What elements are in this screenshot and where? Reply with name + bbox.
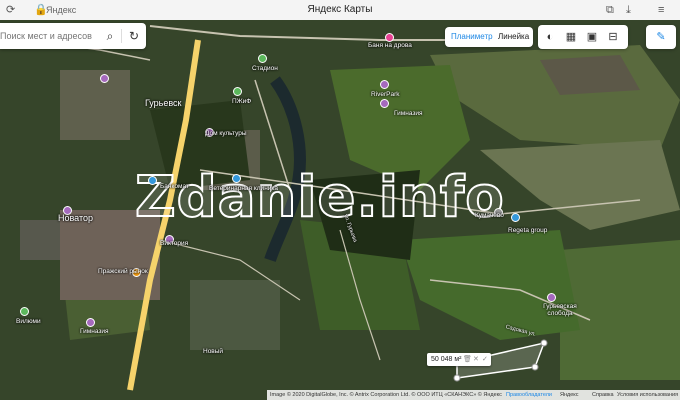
close-icon[interactable]: ✕	[473, 355, 479, 364]
label-bankomat: Банкомат	[160, 183, 189, 190]
gimnaziya-poi[interactable]	[380, 99, 389, 108]
label-gimnaziya: Гимназия	[394, 110, 423, 117]
area-value: 50 048 м²	[431, 356, 462, 363]
measure-tools: Планиметр Линейка	[445, 27, 533, 47]
area-popup: 50 048 м² 🗑 ✕ ✓	[427, 353, 491, 366]
vet-poi[interactable]	[232, 174, 241, 183]
help-link[interactable]: Справка	[592, 390, 614, 400]
regeta-poi[interactable]	[511, 213, 520, 222]
download-icon[interactable]: ⤓	[626, 4, 631, 16]
route-icon[interactable]: ↻	[126, 28, 142, 44]
pzhif-poi[interactable]	[233, 87, 242, 96]
label-riverpark: RiverPark	[371, 91, 400, 98]
rights-link[interactable]: Правообладатели	[506, 390, 552, 400]
banya-poi[interactable]	[385, 33, 394, 42]
label-novy: Новый	[203, 348, 224, 355]
layer-controls: ◐ ▦ ▣ ⊟	[538, 25, 628, 49]
search-box: ⌕ ↻	[0, 23, 146, 49]
terms-link[interactable]: Условия использования	[617, 390, 678, 400]
bank-poi[interactable]	[148, 176, 157, 185]
label-banya: Баня на дрова	[368, 42, 412, 49]
label-market: Пражский рынок	[98, 268, 148, 275]
traffic-icon[interactable]: ▣	[585, 30, 599, 44]
browser-toolbar: ⟳ 🔒 Яндекс Яндекс Карты ⧉ ⤓ ≡	[0, 0, 680, 21]
school-poi[interactable]	[100, 74, 109, 83]
window-title: Яндекс Карты	[307, 4, 373, 15]
watermark: Zdanie.info	[134, 165, 505, 230]
panorama-icon[interactable]: ▦	[564, 30, 578, 44]
stadion-poi[interactable]	[258, 54, 267, 63]
yandex-link[interactable]: Яндекс	[560, 390, 579, 400]
label-vilyumi: Вилюми	[16, 318, 41, 325]
label-stadion: Стадион	[252, 65, 278, 72]
label-regeta: Regeta group	[508, 227, 548, 234]
ruler-icon[interactable]: ✎	[654, 30, 668, 44]
copyright-text: Image © 2020 DigitalGlobe, Inc. © Antrix…	[270, 392, 502, 398]
label-vet: Ветеринарная клиника	[209, 185, 279, 192]
riverpark-poi[interactable]	[380, 80, 389, 89]
planimeter-button[interactable]: Планиметр	[451, 32, 493, 41]
search-input[interactable]	[0, 28, 96, 44]
bookmark-icon[interactable]: ⧉	[606, 4, 614, 16]
gimnaziya2-poi[interactable]	[86, 318, 95, 327]
label-novator: Новатор	[58, 213, 94, 223]
label-viktoria: Виктория	[160, 240, 189, 247]
label-kumachevo: Кумачёво	[475, 212, 504, 219]
label-gurevsk: Гурьевск	[145, 98, 182, 108]
search-divider	[121, 29, 122, 43]
map-footer: Image © 2020 DigitalGlobe, Inc. © Antrix…	[267, 390, 680, 400]
transport-icon[interactable]: ⊟	[606, 30, 620, 44]
edit-controls: ✎	[646, 25, 676, 49]
ruler-button[interactable]: Линейка	[498, 32, 529, 41]
label-gimnaziya2: Гимназия	[80, 328, 109, 335]
sloboda-poi[interactable]	[547, 293, 556, 302]
check-icon[interactable]: ✓	[482, 355, 488, 364]
label-pzhif: ПЖиФ	[232, 98, 252, 105]
vilyumi-poi[interactable]	[20, 307, 29, 316]
layers-icon[interactable]: ◐	[543, 30, 557, 44]
menu-icon[interactable]: ≡	[658, 4, 664, 16]
delete-icon[interactable]: 🗑	[463, 355, 472, 364]
label-kultura: Дом культуры	[205, 130, 247, 137]
label-sloboda: Гурьевская слобода	[543, 303, 577, 317]
search-icon[interactable]: ⌕	[102, 28, 118, 44]
